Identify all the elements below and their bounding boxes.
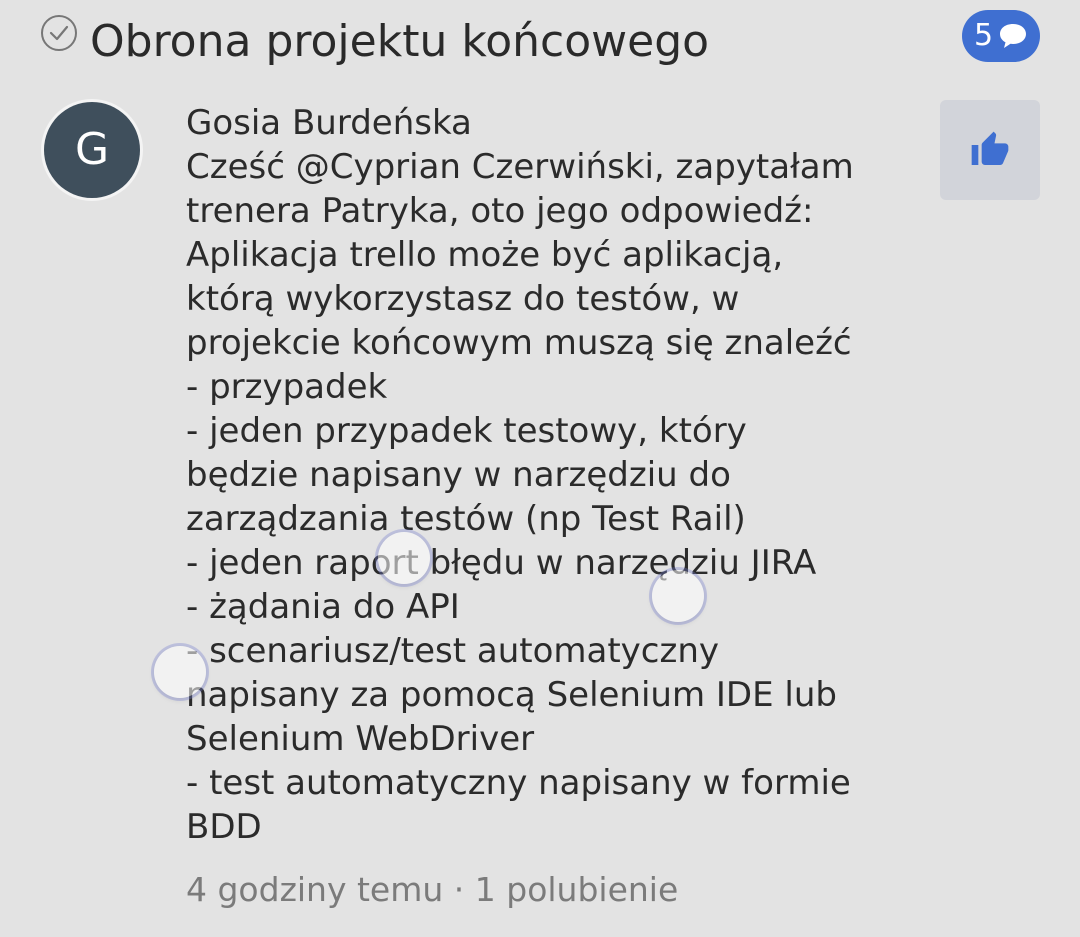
comment-count: 5 [974, 18, 994, 53]
comment-count-badge[interactable]: 5 [962, 10, 1040, 62]
comment-line: - jeden przypadek testowy, który [186, 411, 747, 451]
comment-line: zarządzania testów (np Test Rail) [186, 499, 746, 539]
comment-line: - przypadek [186, 367, 388, 407]
avatar-letter: G [74, 124, 110, 175]
comment-line: - scenariusz/test automatyczny [186, 631, 720, 671]
like-button[interactable] [940, 100, 1040, 200]
speech-bubble-icon [1000, 24, 1027, 48]
comment-line: Cześć @Cyprian Czerwiński, zapytałam [186, 147, 854, 187]
comment-line: Selenium WebDriver [186, 719, 535, 759]
comment-line: Aplikacja trello może być aplikacją, [186, 235, 784, 275]
thumbs-up-icon [971, 131, 1009, 165]
comment: Gosia Burdeńska Cześć @Cyprian Czerwińsk… [186, 101, 926, 849]
comment-author[interactable]: Gosia Burdeńska [186, 101, 926, 145]
touch-indicator [378, 532, 430, 584]
comment-line: będzie napisany w narzędziu do [186, 455, 731, 495]
comment-body: Cześć @Cyprian Czerwiński, zapytałam tre… [186, 145, 926, 849]
post-title: Obrona projektu końcowego [90, 16, 710, 67]
avatar[interactable]: G [44, 102, 140, 198]
comment-line: którą wykorzystasz do testów, w [186, 279, 740, 319]
comment-line: - test automatyczny napisany w formie [186, 763, 851, 803]
comment-meta: 4 godziny temu · 1 polubienie [186, 870, 679, 909]
touch-indicator [154, 646, 206, 698]
comment-line: - jeden raport błędu w narzędziu JIRA [186, 543, 817, 583]
comment-line: BDD [186, 807, 262, 847]
check-circle-icon[interactable] [40, 14, 78, 52]
comment-line: - żądania do API [186, 587, 460, 627]
comment-line: napisany za pomocą Selenium IDE lub [186, 675, 837, 715]
comment-line: projekcie końcowym muszą się znaleźć [186, 323, 852, 363]
post-header: Obrona projektu końcowego 5 [0, 0, 1080, 90]
comment-line: trenera Patryka, oto jego odpowiedź: [186, 191, 814, 231]
touch-indicator [652, 570, 704, 622]
